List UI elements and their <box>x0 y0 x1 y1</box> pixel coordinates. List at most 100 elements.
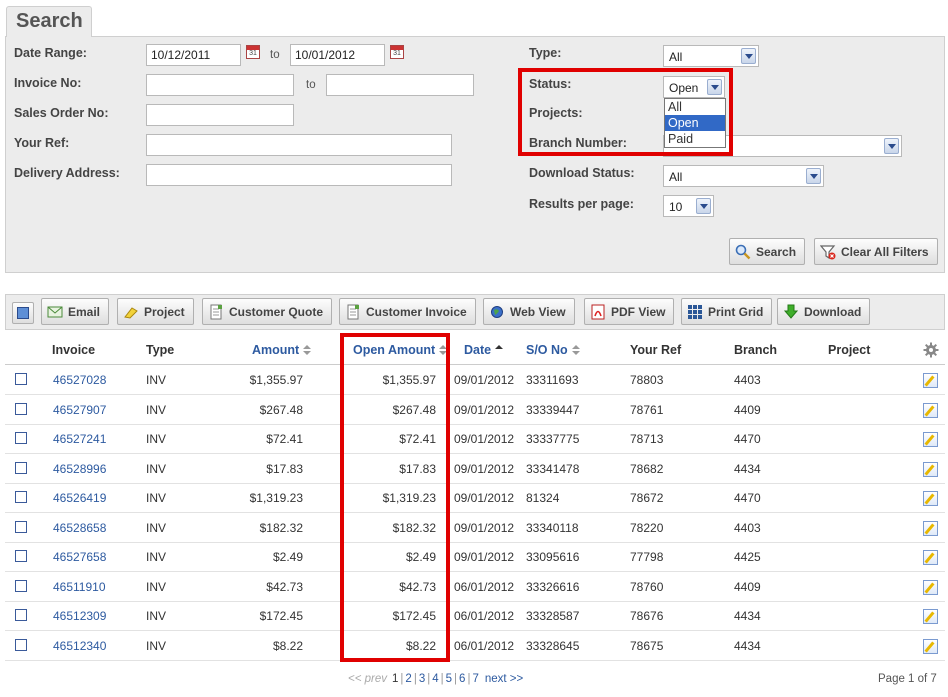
next-link[interactable]: next >> <box>485 673 523 685</box>
print-grid-button[interactable]: Print Grid <box>681 298 773 325</box>
chevron-down-icon <box>741 48 756 64</box>
search-tab[interactable]: Search <box>6 6 92 37</box>
edit-icon[interactable] <box>923 373 938 388</box>
table-row: 46527241 INV $72.41 $72.41 09/01/2012 3333777… <box>5 424 945 454</box>
table-row: 46527907 INV $267.48 $267.48 09/01/2012 33339… <box>5 395 945 425</box>
sales-order-label: Sales Order No: <box>14 106 109 120</box>
date-cell: 09/01/2012 <box>454 461 515 476</box>
your-ref-cell: 77798 <box>630 550 664 564</box>
invoice-link[interactable]: 46511910 <box>53 580 106 594</box>
edit-icon[interactable] <box>923 491 938 506</box>
amount-cell: $1,355.97 <box>249 373 303 387</box>
amount-cell: $182.32 <box>259 520 303 535</box>
invoice-no-from-input[interactable] <box>146 74 294 96</box>
so-no-cell: 33340118 <box>526 520 579 535</box>
page-link-3[interactable]: 3 <box>419 673 425 685</box>
web-view-button[interactable]: Web View <box>483 298 575 325</box>
results-per-page-select[interactable]: 10 <box>663 195 714 217</box>
type-cell: INV <box>146 579 167 594</box>
your-ref-input[interactable] <box>146 134 452 156</box>
so-no-cell: 33339447 <box>526 402 580 417</box>
row-checkbox[interactable] <box>15 609 27 621</box>
row-checkbox[interactable] <box>15 432 27 444</box>
page-link-1: 1 <box>392 673 399 685</box>
edit-icon[interactable] <box>923 520 938 536</box>
sales-order-input[interactable] <box>146 104 294 126</box>
edit-icon[interactable] <box>923 579 938 595</box>
so-no-cell: 81324 <box>526 491 560 505</box>
col-so-no[interactable]: S/O No <box>526 343 580 357</box>
invoice-link[interactable]: 46512340 <box>53 639 106 653</box>
calendar-icon[interactable]: 31 <box>246 45 260 59</box>
type-cell: INV <box>146 550 167 564</box>
gear-icon[interactable] <box>923 342 939 361</box>
your-ref-cell: 78713 <box>630 432 664 446</box>
download-status-select[interactable]: All <box>663 165 824 187</box>
table-row: 46528996 INV $17.83 $17.83 09/01/2012 3334147… <box>5 454 945 484</box>
calendar-icon[interactable]: 31 <box>390 45 404 59</box>
chevron-down-icon <box>806 168 821 184</box>
page-link-2[interactable]: 2 <box>405 673 411 685</box>
page-separator: | <box>427 673 431 685</box>
customer-invoice-button[interactable]: Customer Invoice <box>339 298 476 325</box>
your-ref-cell: 78676 <box>630 609 664 623</box>
type-cell: INV <box>146 432 167 446</box>
document-icon <box>345 304 361 320</box>
date-to-input[interactable]: 10/01/2012 <box>290 44 385 66</box>
page-link-6[interactable]: 6 <box>459 673 465 685</box>
chevron-down-icon <box>884 138 899 154</box>
row-checkbox[interactable] <box>15 491 27 503</box>
amount-cell: $2.49 <box>272 550 303 564</box>
edit-icon[interactable] <box>923 461 938 477</box>
your-ref-cell: 78803 <box>630 373 664 387</box>
col-date[interactable]: Date <box>464 343 504 357</box>
type-select[interactable]: All <box>663 45 759 67</box>
page-separator: | <box>467 673 471 685</box>
download-button[interactable]: Download <box>777 298 871 325</box>
project-button[interactable]: Project <box>117 298 194 325</box>
date-cell: 09/01/2012 <box>454 432 515 446</box>
delivery-address-input[interactable] <box>146 164 452 186</box>
page-link-5[interactable]: 5 <box>446 673 452 685</box>
type-cell: INV <box>146 373 167 387</box>
row-checkbox[interactable] <box>15 373 27 385</box>
type-cell: INV <box>146 638 167 653</box>
row-checkbox[interactable] <box>15 638 27 651</box>
delivery-address-label: Delivery Address: <box>14 166 120 180</box>
edit-icon[interactable] <box>923 550 938 565</box>
invoice-link[interactable]: 46527907 <box>53 403 106 417</box>
edit-icon[interactable] <box>923 432 938 447</box>
invoice-link[interactable]: 46527241 <box>53 432 106 446</box>
date-cell: 09/01/2012 <box>454 520 515 535</box>
invoice-link[interactable]: 46526419 <box>53 491 106 505</box>
page-link-7[interactable]: 7 <box>472 673 478 685</box>
branch-cell: 4434 <box>734 638 761 653</box>
invoice-link[interactable]: 46528996 <box>53 462 106 476</box>
page-link-4[interactable]: 4 <box>432 673 438 685</box>
row-checkbox[interactable] <box>15 402 27 415</box>
sort-asc-icon <box>495 345 504 355</box>
invoice-no-to-input[interactable] <box>326 74 474 96</box>
date-cell: 09/01/2012 <box>454 550 515 564</box>
row-checkbox[interactable] <box>15 461 27 474</box>
row-checkbox[interactable] <box>15 579 27 592</box>
table-row: 46512309 INV $172.45 $172.45 06/01/2012 33328… <box>5 601 945 631</box>
pdf-view-button[interactable]: PDF View <box>584 298 675 325</box>
clear-all-filters-button[interactable]: Clear All Filters <box>814 238 938 265</box>
page-info: Page 1 of 7 <box>878 673 937 685</box>
email-button[interactable]: Email <box>41 298 110 325</box>
select-all-button[interactable] <box>12 302 34 324</box>
invoice-link[interactable]: 46528658 <box>53 521 106 535</box>
invoice-link[interactable]: 46527028 <box>53 373 106 387</box>
invoice-link[interactable]: 46527658 <box>53 550 106 564</box>
row-checkbox[interactable] <box>15 550 27 562</box>
col-amount[interactable]: Amount <box>252 343 312 357</box>
edit-icon[interactable] <box>923 402 938 418</box>
search-button[interactable]: Search <box>729 238 806 265</box>
edit-icon[interactable] <box>923 638 938 654</box>
date-from-input[interactable]: 10/12/2011 <box>146 44 241 66</box>
customer-quote-button[interactable]: Customer Quote <box>202 298 333 325</box>
edit-icon[interactable] <box>923 609 938 624</box>
invoice-link[interactable]: 46512309 <box>53 609 106 623</box>
row-checkbox[interactable] <box>15 520 27 533</box>
